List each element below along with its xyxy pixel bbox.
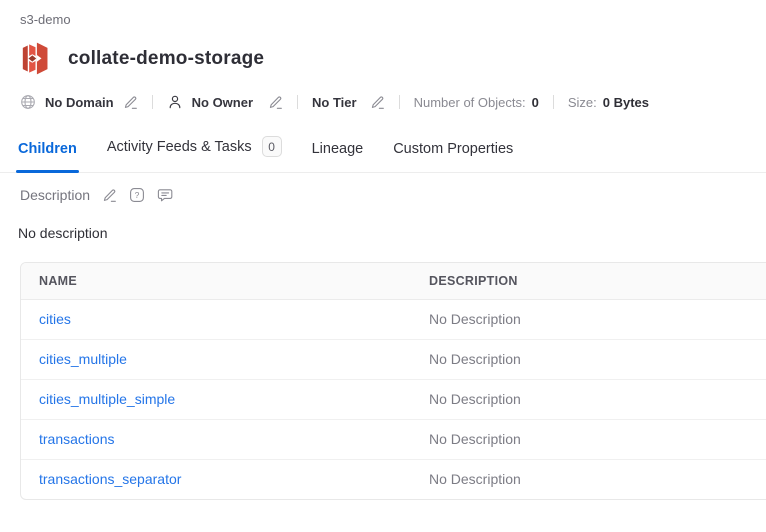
activity-count-badge: 0 — [262, 136, 282, 157]
tab-activity-feeds[interactable]: Activity Feeds & Tasks 0 — [105, 132, 284, 172]
svg-text:?: ? — [135, 190, 140, 200]
table-row: cities_multiple No Description — [21, 340, 766, 380]
tab-children[interactable]: Children — [16, 137, 79, 172]
child-link[interactable]: transactions — [39, 431, 114, 447]
page-title: collate-demo-storage — [68, 48, 264, 70]
child-link[interactable]: cities_multiple_simple — [39, 391, 175, 407]
table-row: cities_multiple_simple No Description — [21, 380, 766, 420]
divider — [297, 95, 298, 109]
objects-label: Number of Objects: — [414, 95, 526, 110]
objects-count: Number of Objects: 0 — [414, 95, 539, 110]
child-description: No Description — [411, 380, 766, 420]
child-link[interactable]: cities — [39, 311, 71, 327]
column-header-name: NAME — [21, 263, 411, 300]
tab-lineage[interactable]: Lineage — [310, 137, 366, 172]
breadcrumb: s3-demo — [20, 12, 766, 27]
description-title: Description — [20, 187, 90, 203]
owner-chip: No Owner — [167, 94, 283, 110]
table-header-row: NAME DESCRIPTION — [21, 263, 766, 300]
comment-icon[interactable] — [157, 187, 174, 203]
child-description: No Description — [411, 300, 766, 340]
children-table: NAME DESCRIPTION cities No Description c… — [20, 262, 766, 500]
child-description: No Description — [411, 460, 766, 500]
edit-owner-pencil-icon[interactable] — [268, 95, 283, 110]
domain-label: No Domain — [45, 95, 114, 110]
entity-header: collate-demo-storage — [20, 41, 766, 76]
tab-lineage-label: Lineage — [312, 141, 364, 157]
divider — [152, 95, 153, 109]
size-value: 0 Bytes — [603, 95, 649, 110]
size-label: Size: — [568, 95, 597, 110]
entity-meta-bar: No Domain No Owner No Tier — [20, 94, 766, 110]
domain-chip: No Domain — [20, 94, 138, 110]
child-link[interactable]: transactions_separator — [39, 471, 181, 487]
description-header: Description ? — [20, 187, 746, 203]
tier-chip: No Tier — [312, 95, 385, 110]
objects-value: 0 — [532, 95, 539, 110]
divider — [553, 95, 554, 109]
table-row: cities No Description — [21, 300, 766, 340]
table-row: transactions No Description — [21, 420, 766, 460]
column-header-description: DESCRIPTION — [411, 263, 766, 300]
description-empty-text: No description — [18, 225, 746, 241]
s3-bucket-icon — [20, 41, 51, 76]
breadcrumb-service-link[interactable]: s3-demo — [20, 12, 71, 27]
tab-custom-properties-label: Custom Properties — [393, 141, 513, 157]
tab-children-label: Children — [18, 141, 77, 157]
globe-icon — [20, 94, 36, 110]
owner-label: No Owner — [192, 95, 253, 110]
tier-label: No Tier — [312, 95, 357, 110]
size-info: Size: 0 Bytes — [568, 95, 649, 110]
request-description-icon[interactable]: ? — [129, 187, 145, 203]
tab-custom-properties[interactable]: Custom Properties — [391, 137, 515, 172]
tab-bar: Children Activity Feeds & Tasks 0 Lineag… — [0, 132, 766, 173]
edit-domain-pencil-icon[interactable] — [123, 95, 138, 110]
table-row: transactions_separator No Description — [21, 460, 766, 500]
user-icon — [167, 94, 183, 110]
tab-activity-feeds-label: Activity Feeds & Tasks — [107, 139, 252, 155]
edit-tier-pencil-icon[interactable] — [370, 95, 385, 110]
child-description: No Description — [411, 420, 766, 460]
child-link[interactable]: cities_multiple — [39, 351, 127, 367]
edit-description-pencil-icon[interactable] — [102, 188, 117, 203]
child-description: No Description — [411, 340, 766, 380]
divider — [399, 95, 400, 109]
